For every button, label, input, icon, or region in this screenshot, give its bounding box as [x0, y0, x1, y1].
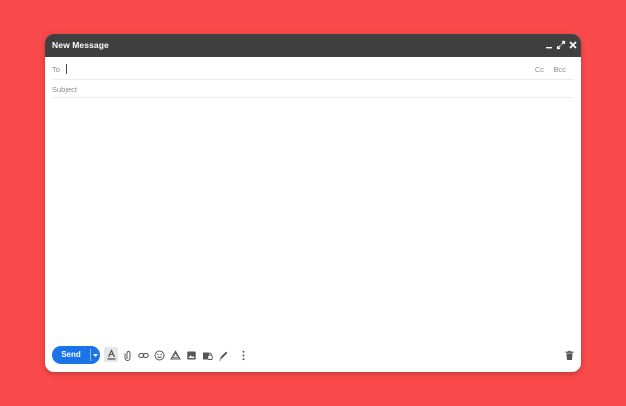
close-icon[interactable]: [568, 40, 578, 50]
to-input[interactable]: [68, 61, 528, 76]
compose-window: New Message To Cc Bcc Se: [45, 34, 581, 372]
formatting-icon[interactable]: [106, 349, 117, 360]
signature-icon[interactable]: [218, 350, 229, 361]
attach-icon[interactable]: [123, 350, 134, 361]
bcc-link[interactable]: Bcc: [553, 65, 566, 74]
send-button[interactable]: Send: [52, 346, 90, 364]
compose-title: New Message: [52, 40, 109, 50]
send-button-group: Send: [52, 346, 100, 364]
link-icon[interactable]: [138, 350, 149, 361]
minimize-icon[interactable]: [544, 40, 554, 50]
subject-input[interactable]: [52, 82, 562, 96]
confidential-icon[interactable]: [202, 350, 213, 361]
subject-row: [52, 80, 574, 98]
to-label: To: [52, 65, 60, 74]
photo-icon[interactable]: [186, 350, 197, 361]
drive-icon[interactable]: [170, 350, 181, 361]
fullscreen-icon[interactable]: [556, 40, 566, 50]
trash-icon[interactable]: [564, 350, 575, 361]
compose-titlebar[interactable]: New Message: [45, 34, 581, 57]
more-options-icon[interactable]: [238, 350, 249, 361]
to-row: To Cc Bcc: [52, 57, 574, 80]
send-options-icon[interactable]: [91, 346, 100, 364]
message-body[interactable]: [52, 100, 574, 340]
cc-link[interactable]: Cc: [535, 65, 544, 74]
emoji-icon[interactable]: [154, 350, 165, 361]
text-cursor: [66, 64, 67, 74]
